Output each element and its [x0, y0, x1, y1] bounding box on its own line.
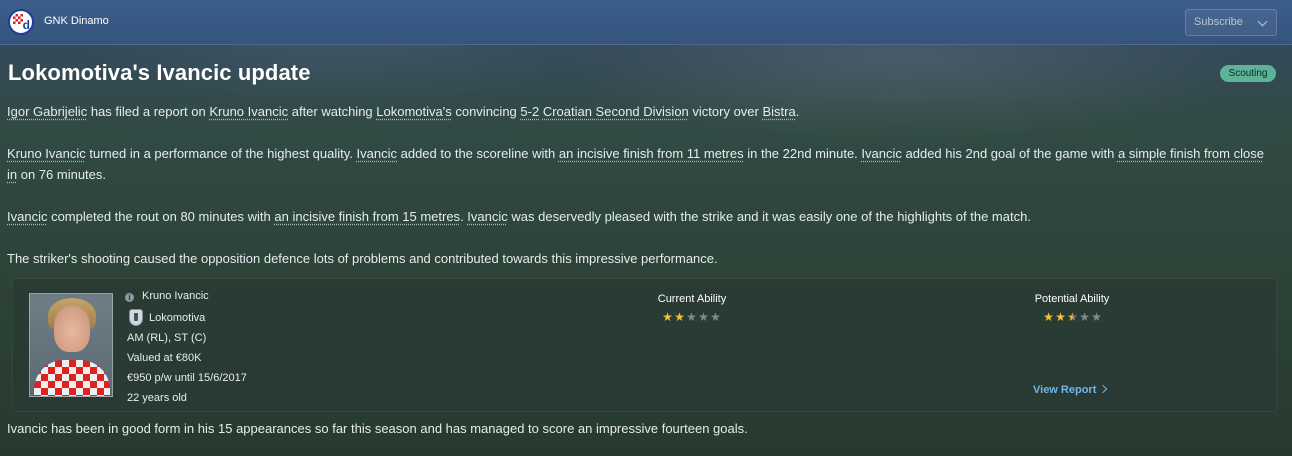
- page-title: Lokomotiva's Ivancic update: [8, 60, 311, 85]
- view-report-label: View Report: [1033, 384, 1097, 396]
- potential-ability-stars: ★ ★ ★ ★ ★: [1043, 311, 1102, 323]
- view-report-link[interactable]: View Report: [1033, 384, 1108, 396]
- link-opponent[interactable]: Bistra: [762, 104, 795, 119]
- paragraph-1: Igor Gabrijelic has filed a report on Kr…: [7, 104, 800, 119]
- player-value: Valued at €80K: [127, 352, 202, 364]
- paragraph-4: The striker's shooting caused the opposi…: [7, 251, 718, 266]
- potential-ability-label: Potential Ability: [1034, 293, 1110, 305]
- link-player[interactable]: Ivancic: [861, 146, 901, 161]
- star-icon: ★: [710, 310, 721, 324]
- club-name[interactable]: GNK Dinamo: [44, 15, 109, 27]
- star-icon: ★: [1079, 310, 1090, 324]
- player-photo[interactable]: [29, 293, 113, 397]
- current-ability-stars: ★ ★ ★ ★ ★: [662, 311, 721, 323]
- link-player[interactable]: Kruno Ivancic: [209, 104, 288, 119]
- link-team[interactable]: Lokomotiva's: [376, 104, 451, 119]
- link-scout[interactable]: Igor Gabrijelic: [7, 104, 87, 119]
- paragraph-5: Ivancic has been in good form in his 15 …: [7, 421, 748, 436]
- star-icon: ★: [674, 310, 685, 324]
- star-icon: ★: [1091, 310, 1102, 324]
- current-ability-label: Current Ability: [657, 293, 727, 305]
- chevron-right-icon: [1099, 384, 1108, 394]
- star-icon: ★: [1043, 310, 1054, 324]
- star-icon: ★: [698, 310, 709, 324]
- star-icon: ★: [1055, 310, 1066, 324]
- link-score[interactable]: 5-2: [520, 104, 539, 119]
- paragraph-3: Ivancic completed the rout on 80 minutes…: [7, 209, 1031, 224]
- player-club[interactable]: Lokomotiva: [149, 312, 205, 324]
- player-age: 22 years old: [127, 392, 187, 404]
- link-player[interactable]: Ivancic: [467, 209, 507, 224]
- subscribe-dropdown[interactable]: Subscribe: [1185, 9, 1277, 36]
- link-player[interactable]: Ivancic: [7, 209, 47, 224]
- paragraph-2: Kruno Ivancic turned in a performance of…: [7, 146, 1264, 182]
- player-name[interactable]: Kruno Ivancic: [142, 290, 209, 302]
- club-badge-icon[interactable]: d: [8, 9, 34, 35]
- category-badge: Scouting: [1220, 65, 1276, 82]
- star-icon: ★: [662, 310, 673, 324]
- club-crest-icon: [129, 309, 143, 326]
- link-goal-3[interactable]: an incisive finish from 15 metres: [274, 209, 460, 224]
- link-competition[interactable]: Croatian Second Division: [543, 104, 689, 119]
- player-positions: AM (RL), ST (C): [127, 332, 207, 344]
- link-player[interactable]: Kruno Ivancic: [7, 146, 86, 161]
- subscribe-label: Subscribe: [1194, 16, 1243, 28]
- info-icon[interactable]: i: [125, 293, 134, 302]
- link-player[interactable]: Ivancic: [357, 146, 397, 161]
- chevron-down-icon: [1257, 16, 1268, 27]
- top-bar: d GNK Dinamo Subscribe: [0, 0, 1292, 45]
- player-contract: €950 p/w until 15/6/2017: [127, 372, 247, 384]
- link-goal-1[interactable]: an incisive finish from 11 metres: [559, 146, 744, 161]
- star-icon: ★: [1067, 310, 1078, 324]
- star-icon: ★: [686, 310, 697, 324]
